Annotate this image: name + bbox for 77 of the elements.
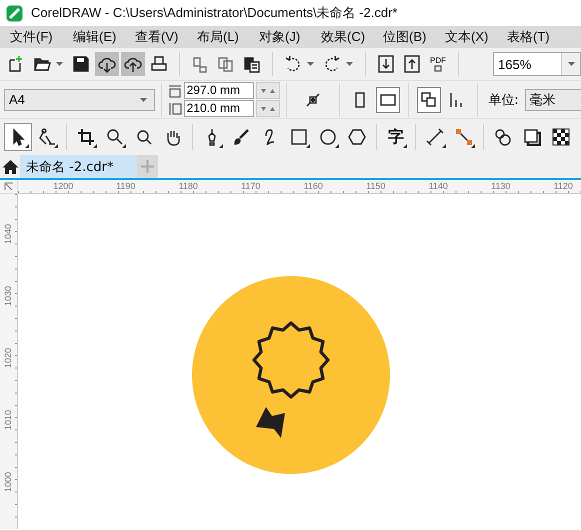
undo-icon — [284, 55, 302, 73]
ruler-label: 1130 — [490, 180, 512, 193]
menu-item[interactable]: 表格(T) — [497, 26, 555, 48]
ruler-label: 1190 — [115, 180, 136, 193]
menu-item[interactable]: 布局(L) — [187, 26, 249, 48]
page-width-icon — [168, 84, 182, 98]
brush-icon — [232, 128, 250, 146]
cloud-download-button[interactable] — [95, 52, 119, 76]
export-icon — [403, 55, 421, 73]
caret-icon[interactable] — [138, 96, 148, 102]
duplicate-page-icon — [217, 55, 235, 73]
new-tab-icon — [141, 160, 154, 173]
ruler-label: 1020 — [4, 348, 14, 368]
redo-icon — [323, 55, 341, 73]
drop-shadow-icon — [523, 128, 541, 146]
import-icon — [377, 55, 395, 73]
blend-icon — [494, 128, 512, 146]
ruler-label: 1200 — [52, 180, 74, 193]
caret-icon[interactable] — [345, 61, 354, 67]
save-icon — [72, 55, 90, 73]
ruler-label: 1170 — [240, 180, 262, 193]
cloud-upload-icon — [124, 55, 142, 73]
menu-item[interactable]: 编辑(E) — [63, 26, 125, 48]
crop-icon — [77, 128, 95, 146]
page-height-icon — [168, 102, 182, 116]
menu-item[interactable]: 查看(V) — [125, 26, 187, 48]
home-icon[interactable] — [2, 158, 18, 174]
width-field[interactable]: 297.0 mm — [184, 82, 254, 99]
spin-buttons[interactable] — [256, 82, 280, 99]
menu-item[interactable]: 效果(C) — [311, 26, 373, 48]
document-tab[interactable]: 未命名 -2.cdr* — [20, 155, 138, 178]
cloud-upload-button[interactable] — [121, 52, 145, 76]
ruler-label: 1140 — [428, 180, 449, 193]
zoom-combo[interactable]: 165% — [493, 52, 581, 76]
print-icon — [150, 55, 168, 73]
app-logo-icon — [6, 4, 23, 22]
ruler-label: 1010 — [4, 410, 14, 430]
window-title: CorelDRAW - C:\Users\Administrator\Documents\未命名 -2.cdr* — [31, 4, 398, 22]
height-field[interactable]: 210.0 mm — [184, 100, 254, 117]
menu-item[interactable]: 对象(J) — [249, 26, 311, 48]
polygon-icon — [348, 128, 366, 146]
ruler-label: 1120 — [552, 180, 574, 193]
pdf-button[interactable]: PDF — [426, 52, 450, 76]
ruler-label: 1000 — [4, 472, 14, 492]
paste-icon — [243, 55, 261, 73]
units-combo[interactable]: 毫米 — [524, 88, 581, 110]
new-document-icon — [7, 55, 25, 73]
spin-buttons[interactable] — [256, 100, 280, 117]
units-label: 单位: — [488, 92, 519, 108]
connector-icon — [455, 128, 473, 146]
landscape-button[interactable] — [376, 86, 400, 112]
ruler-label: 1040 — [4, 224, 14, 244]
menu-item[interactable]: 文本(X) — [435, 26, 497, 48]
badge-drawing[interactable] — [192, 276, 390, 474]
ruler-label: 1180 — [178, 180, 199, 193]
menu-item[interactable]: 位图(B) — [373, 26, 435, 48]
dimension-icon — [426, 128, 444, 146]
transparency-icon — [552, 128, 570, 146]
ellipse-icon — [319, 128, 337, 146]
caret-icon[interactable] — [566, 61, 576, 67]
caret-icon[interactable] — [55, 61, 64, 67]
ruler-origin-icon[interactable] — [4, 182, 14, 191]
menu-item[interactable]: 文件(F) — [0, 26, 63, 48]
ruler-label: 1150 — [365, 180, 386, 193]
pick-tool-button[interactable] — [4, 123, 32, 151]
all-pages-icon — [420, 90, 438, 108]
text-tool-button[interactable]: 字 — [382, 123, 410, 151]
shape-icon — [38, 128, 56, 146]
ruler-label: 1160 — [302, 180, 324, 193]
zoom-icon — [135, 128, 153, 146]
cloud-download-icon — [98, 55, 116, 73]
all-pages-button[interactable] — [416, 86, 442, 112]
zoom-icon — [106, 128, 124, 146]
rectangle-icon — [290, 128, 308, 146]
ruler-label: 1030 — [4, 286, 14, 306]
caret-icon[interactable] — [306, 61, 315, 67]
page-size-combo[interactable]: A4 — [4, 88, 155, 110]
